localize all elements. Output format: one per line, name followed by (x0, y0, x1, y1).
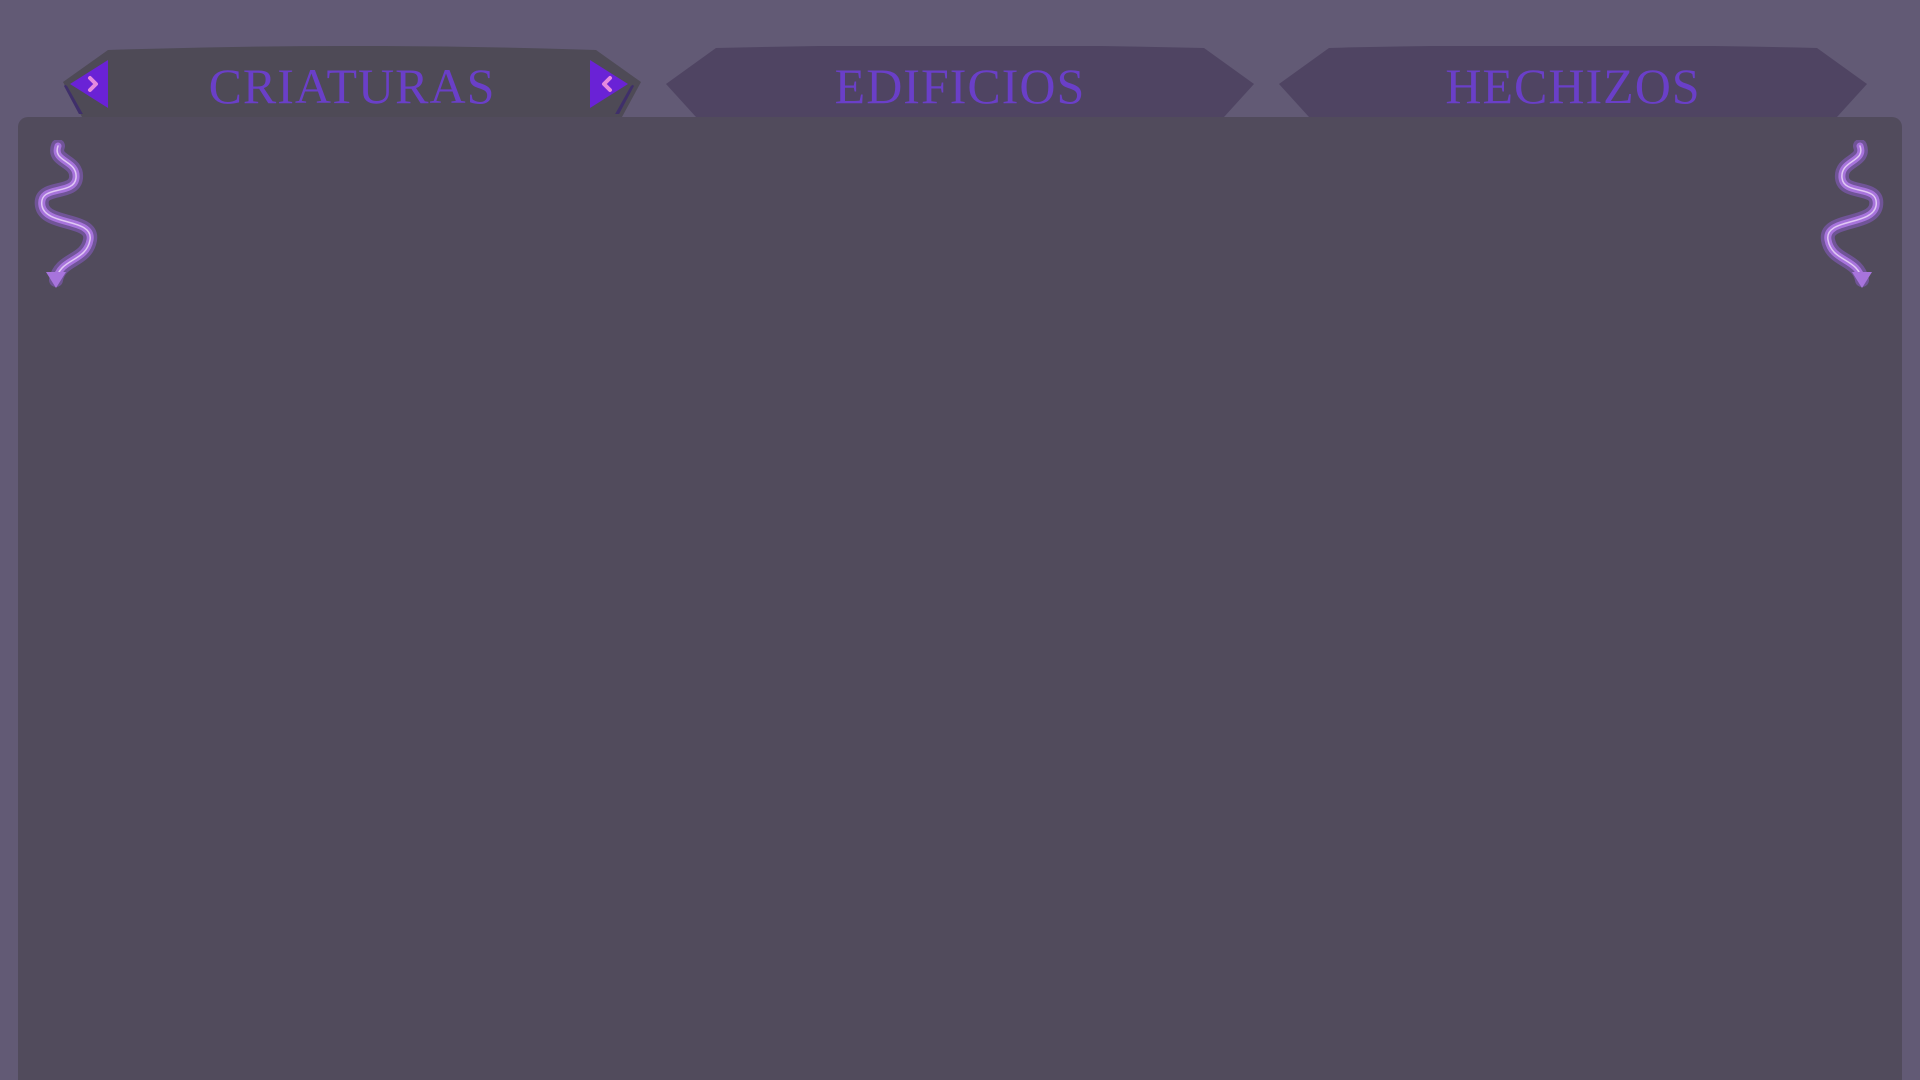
tab-hechizos[interactable]: HECHIZOS (1279, 46, 1867, 118)
next-category-button[interactable] (588, 54, 638, 116)
chevron-right-icon (64, 56, 108, 116)
tab-label: HECHIZOS (1445, 58, 1701, 114)
tab-edificios[interactable]: EDIFICIOS (666, 46, 1254, 118)
swirl-flourish-icon (1820, 140, 1884, 288)
prev-category-button[interactable] (60, 54, 110, 116)
content-panel (18, 117, 1902, 1080)
tab-label: EDIFICIOS (834, 58, 1086, 114)
tab-criaturas[interactable]: CRIATURAS (58, 46, 646, 118)
chevron-left-icon (590, 56, 634, 116)
game-screen: CRIATURAS EDIFICIOS HECHIZOS (0, 0, 1920, 1080)
tab-label: CRIATURAS (208, 58, 496, 114)
swirl-flourish-icon (34, 140, 98, 288)
